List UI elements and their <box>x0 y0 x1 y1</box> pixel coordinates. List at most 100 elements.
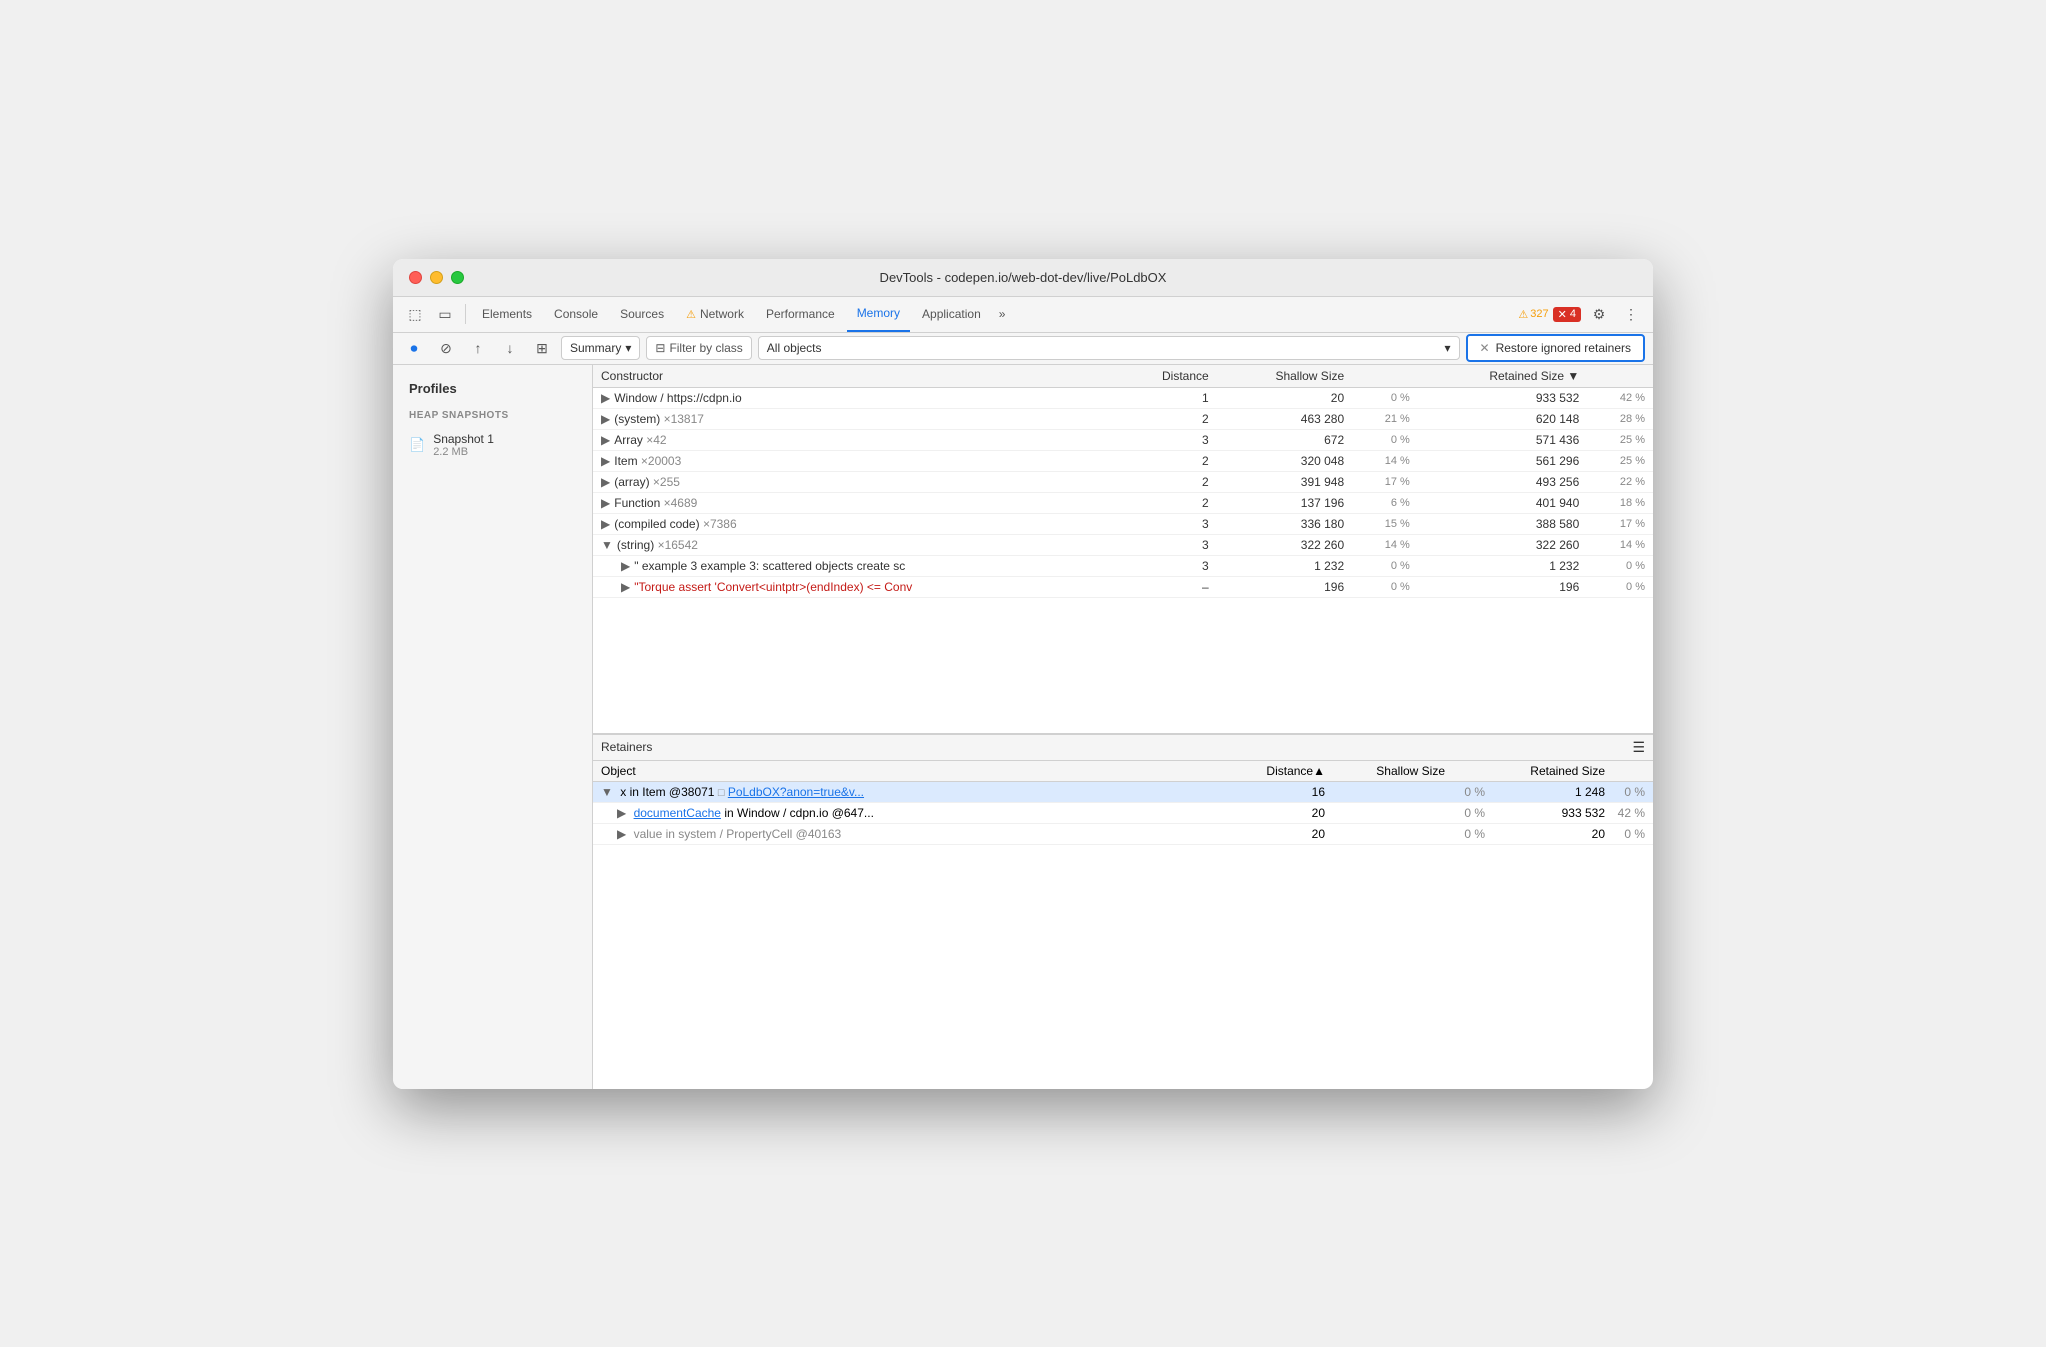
retainer-dist-3: 20 <box>1245 827 1325 841</box>
tab-sources[interactable]: Sources <box>610 296 674 332</box>
expand-icon[interactable]: ▶ <box>601 517 610 531</box>
chevron-down-icon: ▾ <box>625 341 631 355</box>
col-retained-pct-header <box>1605 764 1645 778</box>
col-shallow-header: Shallow Size <box>1325 764 1445 778</box>
window-title: DevTools - codepen.io/web-dot-dev/live/P… <box>880 270 1167 285</box>
retainer-retained-3: 20 <box>1485 827 1605 841</box>
warning-badge: ⚠ 327 <box>1518 308 1548 321</box>
minimize-button[interactable] <box>430 271 443 284</box>
table-row[interactable]: ▶(compiled code) ×7386 3 336 180 15 % 38… <box>593 513 1653 534</box>
snapshot-name: Snapshot 1 <box>433 432 494 446</box>
sidebar-section: HEAP SNAPSHOTS <box>401 408 584 423</box>
expand-icon[interactable]: ▼ <box>601 785 613 799</box>
summary-dropdown[interactable]: Summary ▾ <box>561 336 640 360</box>
expand-icon[interactable]: ▶ <box>617 827 626 841</box>
traffic-lights <box>409 271 464 284</box>
expand-icon[interactable]: ▶ <box>617 806 626 820</box>
table-row[interactable]: ▶Item ×20003 2 320 048 14 % 561 296 25 % <box>593 450 1653 471</box>
col-shallow-size: Shallow Size <box>1217 365 1352 388</box>
heap-table: Constructor Distance Shallow Size Retain… <box>593 365 1653 598</box>
retainer-row-selected[interactable]: ▼ x in Item @38071 □ PoLdbOX?anon=true&v… <box>593 782 1653 803</box>
network-warn-icon: ⚠ <box>686 308 696 321</box>
restore-icon: ✕ <box>1480 341 1490 355</box>
retainer-obj-3: ▶ value in system / PropertyCell @40163 <box>601 827 1245 841</box>
retainer-retained-pct-3: 0 % <box>1605 827 1645 841</box>
download-button[interactable]: ↓ <box>497 335 523 361</box>
retainer-row-3[interactable]: ▶ value in system / PropertyCell @40163 … <box>593 824 1653 845</box>
filter-button[interactable]: ⊟ Filter by class <box>646 336 751 360</box>
tab-console[interactable]: Console <box>544 296 608 332</box>
filter-icon: ⊟ <box>655 341 665 355</box>
retainer-obj-1: ▼ x in Item @38071 □ PoLdbOX?anon=true&v… <box>601 785 1245 799</box>
select-element-icon[interactable]: ⬚ <box>401 300 429 328</box>
collapse-icon[interactable]: ▼ <box>601 538 613 552</box>
child-expand-icon[interactable]: ▶ <box>621 559 630 573</box>
objects-label: All objects <box>767 341 822 355</box>
table-row[interactable]: ▶"Torque assert 'Convert<uintptr>(endInd… <box>593 576 1653 597</box>
table-row[interactable]: ▶(array) ×255 2 391 948 17 % 493 256 22 … <box>593 471 1653 492</box>
expand-icon[interactable]: ▶ <box>601 391 610 405</box>
device-mode-icon[interactable]: ▭ <box>431 300 459 328</box>
more-tabs-button[interactable]: » <box>993 307 1012 321</box>
table-row[interactable]: ▶(system) ×13817 2 463 280 21 % 620 148 … <box>593 408 1653 429</box>
tab-elements[interactable]: Elements <box>472 296 542 332</box>
snapshot-icon: 📄 <box>409 437 425 453</box>
retainer-retained-pct-1: 0 % <box>1605 785 1645 799</box>
table-row[interactable]: ▶Function ×4689 2 137 196 6 % 401 940 18… <box>593 492 1653 513</box>
sidebar: Profiles HEAP SNAPSHOTS 📄 Snapshot 1 2.2… <box>393 365 593 1089</box>
retainers-scroll-icon[interactable]: ☰ <box>1632 739 1645 756</box>
expand-icon[interactable]: ▶ <box>601 475 610 489</box>
expand-icon[interactable]: ▶ <box>601 454 610 468</box>
col-distance-header: Distance▲ <box>1245 764 1325 778</box>
objects-filter-select[interactable]: All objects ▾ <box>758 336 1460 360</box>
retainer-dist-2: 20 <box>1245 806 1325 820</box>
more-options-icon[interactable]: ⋮ <box>1617 300 1645 328</box>
table-row[interactable]: ▶Window / https://cdpn.io 1 20 0 % 933 5… <box>593 387 1653 408</box>
table-row[interactable]: ▶" example 3 example 3: scattered object… <box>593 555 1653 576</box>
devtools-window: DevTools - codepen.io/web-dot-dev/live/P… <box>393 259 1653 1089</box>
maximize-button[interactable] <box>451 271 464 284</box>
tab-network[interactable]: ⚠ Network <box>676 296 754 332</box>
devtools-tabs-bar: ⬚ ▭ Elements Console Sources ⚠ Network P… <box>393 297 1653 333</box>
snapshot-size: 2.2 MB <box>433 446 494 458</box>
select-chevron-icon: ▾ <box>1445 341 1451 355</box>
sort-desc-icon: ▼ <box>1567 369 1579 383</box>
child-expand-icon[interactable]: ▶ <box>621 580 630 594</box>
expand-icon[interactable]: ▶ <box>601 412 610 426</box>
error-icon: ✕ <box>1558 308 1567 321</box>
settings-icon[interactable]: ⚙ <box>1585 300 1613 328</box>
expand-icon[interactable]: ▶ <box>601 496 610 510</box>
record-button[interactable]: ⏺ <box>401 335 427 361</box>
retainer-retained-2: 933 532 <box>1485 806 1605 820</box>
upload-button[interactable]: ↑ <box>465 335 491 361</box>
sidebar-item-snapshot1[interactable]: 📄 Snapshot 1 2.2 MB <box>401 427 584 463</box>
col-object-header: Object <box>601 764 1245 778</box>
retainer-retained-1: 1 248 <box>1485 785 1605 799</box>
retainers-body[interactable]: ▼ x in Item @38071 □ PoLdbOX?anon=true&v… <box>593 782 1653 1089</box>
col-distance: Distance <box>1116 365 1216 388</box>
table-row[interactable]: ▼(string) ×16542 3 322 260 14 % 322 260 … <box>593 534 1653 555</box>
col-retained-pct <box>1587 365 1653 388</box>
expand-icon[interactable]: ▶ <box>601 433 610 447</box>
tab-right-icons: ⚠ 327 ✕ 4 ⚙ ⋮ <box>1518 300 1645 328</box>
retainers-label: Retainers <box>601 740 652 754</box>
secondary-toolbar: ⏺ ⊘ ↑ ↓ ⊞ Summary ▾ ⊟ Filter by class Al… <box>393 333 1653 365</box>
clear-button[interactable]: ⊞ <box>529 335 555 361</box>
restore-ignored-retainers-button[interactable]: ✕ Restore ignored retainers <box>1466 334 1645 362</box>
filter-label: Filter by class <box>669 341 742 355</box>
table-row[interactable]: ▶Array ×42 3 672 0 % 571 436 25 % <box>593 429 1653 450</box>
retainers-table-header: Object Distance▲ Shallow Size Retained S… <box>593 761 1653 782</box>
stop-button[interactable]: ⊘ <box>433 335 459 361</box>
retainer-obj-2: ▶ documentCache in Window / cdpn.io @647… <box>601 806 1245 820</box>
tab-memory[interactable]: Memory <box>847 296 910 332</box>
heap-table-container[interactable]: Constructor Distance Shallow Size Retain… <box>593 365 1653 733</box>
restore-label: Restore ignored retainers <box>1496 341 1631 355</box>
retainer-row-2[interactable]: ▶ documentCache in Window / cdpn.io @647… <box>593 803 1653 824</box>
tab-divider <box>465 304 466 324</box>
col-retained-header: Retained Size <box>1485 764 1605 778</box>
tab-application[interactable]: Application <box>912 296 991 332</box>
tab-performance[interactable]: Performance <box>756 296 845 332</box>
col-retained-size: Retained Size ▼ <box>1418 365 1587 388</box>
retainer-shallow-pct-1: 0 % <box>1445 785 1485 799</box>
close-button[interactable] <box>409 271 422 284</box>
